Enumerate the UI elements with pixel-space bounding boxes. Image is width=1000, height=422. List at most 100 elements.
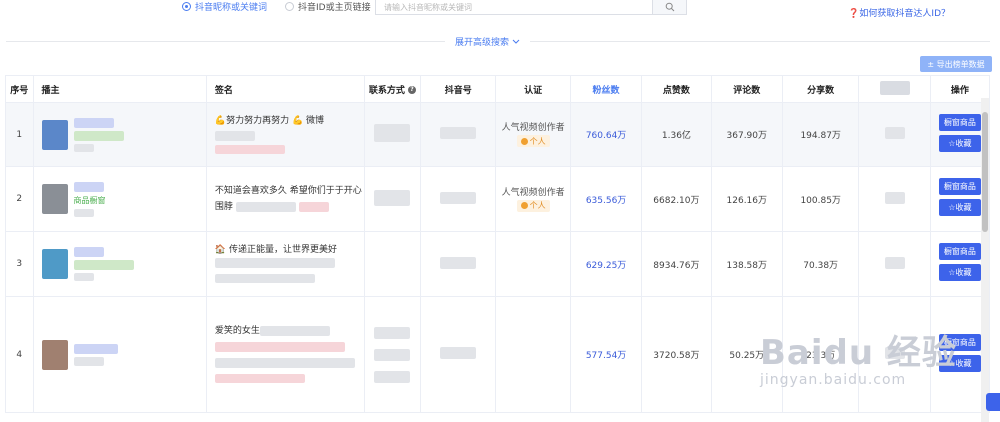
- blurred-text: [259, 325, 330, 336]
- cell-likes: 6682.10万: [641, 166, 712, 232]
- blurred-value: [884, 256, 905, 269]
- cell-streamer: [32, 231, 207, 297]
- cell-shares: 100.85万: [781, 166, 860, 232]
- header-comments[interactable]: 评论数: [710, 75, 783, 103]
- search-bar: 抖音昵称或关键词 抖音ID或主页链接 ❓如何获取抖音达人ID？: [0, 0, 1000, 24]
- scrollbar[interactable]: [981, 98, 989, 422]
- blurred-id: [440, 256, 477, 269]
- blurred-meta: [73, 273, 94, 281]
- blurred-meta: [73, 356, 104, 366]
- streamer-tag: 商品橱窗: [73, 195, 106, 205]
- blurred-text: [214, 374, 305, 383]
- blurred-contact: [374, 326, 411, 339]
- scrollbar-thumb[interactable]: [982, 112, 988, 232]
- blurred-id: [440, 127, 477, 139]
- blurred-tag: [73, 260, 134, 270]
- products-button[interactable]: 橱窗商品: [938, 178, 981, 195]
- radio-id[interactable]: 抖音ID或主页链接: [285, 0, 371, 13]
- header-cert: 认证: [495, 75, 571, 103]
- blurred-meta: [73, 143, 94, 152]
- watermark-line1: Baidu 经验: [760, 333, 957, 373]
- blurred-meta: [73, 208, 94, 217]
- table-row: 1 💪努力努力再努力 💪 微博 人气视频创作者 个人 760.64万 1.36亿…: [5, 102, 991, 167]
- radio-nickname-label: 抖音昵称或关键词: [195, 2, 268, 13]
- cell-index: 1: [5, 102, 34, 167]
- help-link[interactable]: ❓如何获取抖音达人ID？: [848, 6, 950, 19]
- header-shares[interactable]: 分享数: [781, 75, 860, 103]
- cell-signature: 不知道会喜欢多久 希望你们于于开心 围脖: [205, 166, 365, 232]
- favorite-button[interactable]: ☆收藏: [938, 264, 981, 281]
- header-likes[interactable]: 点赞数: [641, 75, 712, 103]
- radio-dot-icon: [285, 1, 294, 11]
- radio-nickname[interactable]: 抖音昵称或关键词: [182, 0, 268, 13]
- table-header-row: 序号 播主 签名 联系方式 ? 抖音号 认证 粉丝数 点赞数 评论数 分享数 操…: [5, 75, 991, 103]
- signature-text: 💪努力努力再努力 💪 微博: [214, 115, 325, 126]
- cell-contact: [363, 166, 422, 232]
- cell-douyin-id: [419, 296, 497, 413]
- search-button[interactable]: [652, 0, 686, 14]
- help-icon[interactable]: ?: [408, 86, 417, 94]
- cell-cert: 人气视频创作者 个人: [495, 102, 571, 167]
- cell-fans: 577.54万: [569, 296, 643, 413]
- avatar[interactable]: [41, 339, 68, 370]
- blurred-contact: [374, 348, 411, 361]
- avatar[interactable]: [41, 249, 68, 279]
- cell-cert: 人气视频创作者 个人: [495, 166, 571, 232]
- products-button[interactable]: 橱窗商品: [938, 113, 981, 131]
- cert-badge: 个人: [516, 135, 550, 148]
- cell-signature: 爱笑的女生: [205, 296, 365, 413]
- blurred-header: [879, 80, 910, 95]
- cell-douyin-id: [419, 231, 497, 297]
- blurred-text: [214, 342, 345, 352]
- advanced-search-toggle[interactable]: 展开高级搜索: [445, 35, 530, 48]
- blurred-tag: [73, 130, 124, 141]
- cell-index: 2: [5, 166, 34, 232]
- table-row: 2 商品橱窗 不知道会喜欢多久 希望你们于于开心 围脖 人气视频创作者 个人 6…: [5, 166, 991, 232]
- blurred-value: [884, 191, 905, 204]
- blurred-contact: [374, 189, 411, 206]
- signature-text: 不知道会喜欢多久 希望你们于于开心: [214, 186, 362, 196]
- favorite-button[interactable]: ☆收藏: [938, 134, 981, 152]
- header-fans[interactable]: 粉丝数: [569, 75, 643, 103]
- radio-dot-icon: [182, 1, 191, 11]
- blurred-text: [298, 201, 329, 212]
- blurred-text: [235, 201, 296, 212]
- header-signature: 签名: [205, 75, 365, 103]
- blurred-id: [440, 191, 477, 204]
- export-button[interactable]: ± 导出榜单数据: [920, 56, 992, 72]
- cert-text: 人气视频创作者: [501, 187, 565, 198]
- header-contact: 联系方式 ?: [363, 75, 422, 103]
- blurred-value: [884, 127, 905, 139]
- watermark: Baidu 经验 jingyan.baidu.com: [760, 325, 957, 388]
- blurred-contact: [374, 370, 411, 383]
- side-float-button[interactable]: [986, 393, 1000, 411]
- blurred-name: [73, 117, 114, 128]
- search-icon: [665, 2, 674, 12]
- person-icon: [520, 202, 528, 210]
- cell-shares: 70.38万: [781, 231, 860, 297]
- cell-likes: 1.36亿: [641, 102, 712, 167]
- cell-cert: [495, 296, 571, 413]
- avatar[interactable]: [41, 119, 68, 150]
- header-streamer: 播主: [32, 75, 207, 103]
- cell-blurred: [858, 102, 931, 167]
- search-input[interactable]: [376, 0, 652, 14]
- cell-shares: 194.87万: [781, 102, 860, 167]
- blurred-name: [73, 343, 118, 354]
- avatar[interactable]: [41, 184, 68, 214]
- cell-fans: 760.64万: [569, 102, 643, 167]
- favorite-button[interactable]: ☆收藏: [938, 199, 981, 216]
- header-contact-label: 联系方式: [368, 85, 405, 96]
- radio-id-label: 抖音ID或主页链接: [298, 2, 371, 13]
- cell-comments: 126.16万: [710, 166, 783, 232]
- cell-streamer: [32, 102, 207, 167]
- products-button[interactable]: 橱窗商品: [938, 243, 981, 260]
- cert-badge-label: 个人: [529, 201, 546, 211]
- blurred-text: [214, 258, 335, 268]
- cell-blurred: [858, 231, 931, 297]
- cell-signature: 💪努力努力再努力 💪 微博: [205, 102, 365, 167]
- cell-cert: [495, 231, 571, 297]
- cell-douyin-id: [419, 166, 497, 232]
- cell-blurred: [858, 166, 931, 232]
- header-douyin-id: 抖音号: [419, 75, 497, 103]
